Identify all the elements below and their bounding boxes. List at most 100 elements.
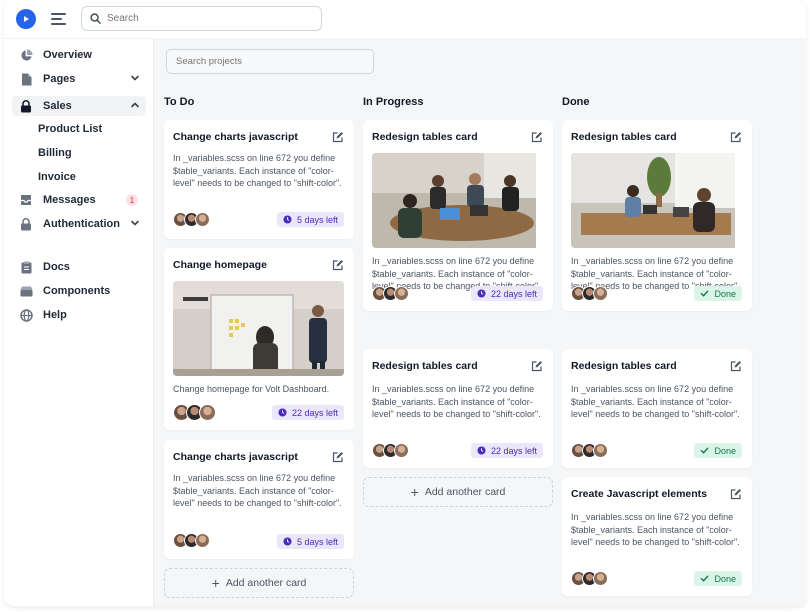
assignee-avatars[interactable] xyxy=(173,404,216,421)
card-title: Redesign tables card xyxy=(571,131,677,143)
project-search-input[interactable] xyxy=(176,56,366,67)
search-input[interactable] xyxy=(107,13,307,24)
brand-logo-icon[interactable] xyxy=(16,9,36,29)
sidebar-item-label: Components xyxy=(43,285,111,297)
avatar xyxy=(394,443,409,458)
card-title: Redesign tables card xyxy=(372,131,478,143)
add-card-button[interactable]: + Add another card xyxy=(164,568,354,598)
sidebar-item-docs[interactable]: Docs xyxy=(12,257,146,277)
plus-icon: + xyxy=(211,575,220,591)
avatar xyxy=(195,533,210,548)
clipboard-icon xyxy=(18,259,34,275)
edit-icon[interactable] xyxy=(332,131,344,143)
sidebar-item-overview[interactable]: Overview xyxy=(12,45,146,65)
due-date-badge: 22 days left xyxy=(470,286,543,301)
edit-icon[interactable] xyxy=(332,451,344,463)
chevron-down-icon[interactable] xyxy=(130,73,140,83)
chevron-up-icon[interactable] xyxy=(130,100,140,110)
sidebar-item-sales[interactable]: Sales xyxy=(12,96,146,116)
edit-icon[interactable] xyxy=(730,360,742,372)
pie-chart-icon xyxy=(18,47,34,63)
card-description: Change homepage for Volt Dashboard. xyxy=(173,384,330,394)
add-card-label: Add another card xyxy=(424,486,506,498)
card-title: Create Javascript elements xyxy=(571,488,707,500)
due-date-badge: 22 days left xyxy=(271,405,344,420)
assignee-avatars[interactable] xyxy=(173,533,210,548)
global-search[interactable] xyxy=(81,6,322,31)
app-window: Overview Pages Sales Product List Billin… xyxy=(4,0,806,606)
avatar xyxy=(394,286,409,301)
clock-icon xyxy=(283,215,292,224)
avatar xyxy=(199,404,216,421)
due-date-text: 22 days left xyxy=(291,407,338,418)
clock-icon xyxy=(477,289,486,298)
avatar xyxy=(593,571,608,586)
sidebar-item-label: Pages xyxy=(43,73,76,85)
clock-icon xyxy=(477,446,486,455)
clock-icon xyxy=(278,408,287,417)
lock-icon xyxy=(18,98,34,114)
column-title-done: Done xyxy=(562,96,590,108)
task-card[interactable]: Change homepage Change homepage for Volt… xyxy=(164,248,354,430)
assignee-avatars[interactable] xyxy=(571,443,608,458)
check-icon xyxy=(701,290,709,297)
sidebar-subitem-invoice[interactable]: Invoice xyxy=(38,171,76,183)
card-description: In _variables.scss on line 672 you defin… xyxy=(372,384,541,419)
card-title: Redesign tables card xyxy=(571,360,677,372)
edit-icon[interactable] xyxy=(531,131,543,143)
task-card[interactable]: Redesign tables card In _variables.scss … xyxy=(562,349,752,468)
due-date-badge: 5 days left xyxy=(276,534,344,549)
top-bar xyxy=(4,0,806,38)
task-card[interactable]: Redesign tables card In _variables.scss … xyxy=(562,120,752,311)
avatar xyxy=(593,443,608,458)
task-card[interactable]: Change charts javascript In _variables.s… xyxy=(164,120,354,239)
messages-count-badge: 1 xyxy=(126,194,138,206)
menu-toggle-icon[interactable] xyxy=(50,11,68,27)
task-card[interactable]: Change charts javascript In _variables.s… xyxy=(164,440,354,559)
card-title: Redesign tables card xyxy=(372,360,478,372)
sidebar-subitem-product-list[interactable]: Product List xyxy=(38,123,102,135)
inbox-icon xyxy=(18,192,34,208)
edit-icon[interactable] xyxy=(531,360,543,372)
task-card[interactable]: Create Javascript elements In _variables… xyxy=(562,477,752,596)
due-date-text: 5 days left xyxy=(296,536,338,547)
document-icon xyxy=(18,71,34,87)
sidebar-item-components[interactable]: Components xyxy=(12,281,146,301)
assignee-avatars[interactable] xyxy=(571,286,608,301)
project-search[interactable] xyxy=(166,49,374,74)
due-date-text: 22 days left xyxy=(490,288,537,299)
add-card-label: Add another card xyxy=(225,577,307,589)
assignee-avatars[interactable] xyxy=(372,286,409,301)
assignee-avatars[interactable] xyxy=(372,443,409,458)
due-date-text: 5 days left xyxy=(296,214,338,225)
sidebar-item-pages[interactable]: Pages xyxy=(12,69,146,89)
edit-icon[interactable] xyxy=(730,488,742,500)
status-badge: Done xyxy=(694,286,742,301)
assignee-avatars[interactable] xyxy=(571,571,608,586)
card-image-whiteboard xyxy=(173,281,344,376)
plus-icon: + xyxy=(410,484,419,500)
task-card[interactable]: Redesign tables card In _variables.scss … xyxy=(363,120,553,311)
sidebar-item-authentication[interactable]: Authentication xyxy=(12,214,146,234)
due-date-badge: 5 days left xyxy=(276,212,344,227)
status-text: Done xyxy=(714,288,736,299)
sidebar-subitem-billing[interactable]: Billing xyxy=(38,147,72,159)
assignee-avatars[interactable] xyxy=(173,212,210,227)
sidebar-item-label: Sales xyxy=(43,100,72,112)
sidebar-item-help[interactable]: Help xyxy=(12,305,146,325)
due-date-text: 22 days left xyxy=(490,445,537,456)
lock-icon xyxy=(18,216,34,232)
sidebar-item-messages[interactable]: Messages 1 xyxy=(12,190,146,210)
card-description: In _variables.scss on line 672 you defin… xyxy=(173,153,342,188)
edit-icon[interactable] xyxy=(332,259,344,271)
card-description: In _variables.scss on line 672 you defin… xyxy=(571,384,740,419)
status-badge: Done xyxy=(694,571,742,586)
card-description: In _variables.scss on line 672 you defin… xyxy=(173,473,342,508)
edit-icon[interactable] xyxy=(730,131,742,143)
sidebar-item-label: Authentication xyxy=(43,218,120,230)
card-image-meeting xyxy=(372,153,543,248)
add-card-button[interactable]: + Add another card xyxy=(363,477,553,507)
task-card[interactable]: Redesign tables card In _variables.scss … xyxy=(363,349,553,468)
card-title: Change charts javascript xyxy=(173,451,298,463)
chevron-down-icon[interactable] xyxy=(130,218,140,228)
